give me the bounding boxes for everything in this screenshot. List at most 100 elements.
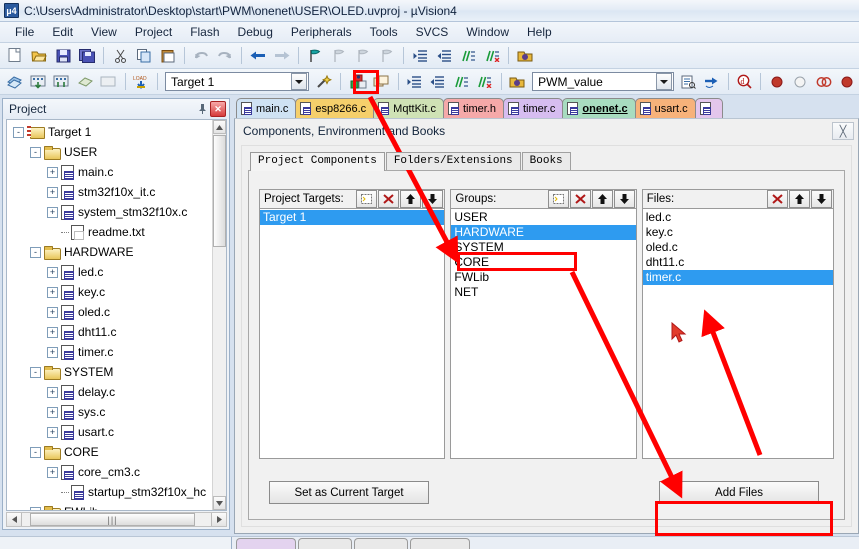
- breakpoint-disable-icon[interactable]: [790, 71, 812, 93]
- chevron-down-icon[interactable]: [291, 73, 308, 90]
- tree-node[interactable]: + core_cm3.c: [7, 462, 212, 482]
- tree-node[interactable]: + system_stm32f10x.c: [7, 202, 212, 222]
- collapse-icon[interactable]: -: [30, 506, 41, 510]
- vscroll-thumb[interactable]: [213, 135, 226, 247]
- target-select[interactable]: Target 1: [164, 72, 310, 91]
- tree-node[interactable]: - CORE: [7, 442, 212, 462]
- uncomment-icon-2[interactable]: [474, 71, 496, 93]
- build-icon[interactable]: [28, 71, 50, 93]
- expand-icon[interactable]: +: [47, 346, 58, 358]
- scroll-up-arrow-icon[interactable]: [213, 120, 226, 134]
- bookmark-toggle-icon[interactable]: [304, 45, 326, 67]
- tree-node[interactable]: + sys.c: [7, 402, 212, 422]
- menu-file[interactable]: File: [6, 23, 43, 41]
- tree-node[interactable]: + stm32f10x_it.c: [7, 182, 212, 202]
- hscroll-track[interactable]: |||: [22, 513, 211, 526]
- tree-node[interactable]: + key.c: [7, 282, 212, 302]
- group-item[interactable]: HARDWARE: [451, 225, 636, 240]
- collapse-icon[interactable]: -: [30, 146, 41, 158]
- tab-project-components[interactable]: Project Components: [250, 152, 385, 171]
- open-folder-icon-2[interactable]: [507, 71, 529, 93]
- file-item[interactable]: timer.c: [642, 270, 833, 285]
- manage-project-components-icon[interactable]: [348, 71, 370, 93]
- new-item-icon[interactable]: [547, 190, 569, 208]
- group-item[interactable]: NET: [451, 285, 635, 300]
- new-file-icon[interactable]: [4, 45, 26, 67]
- tree-node[interactable]: + delay.c: [7, 382, 212, 402]
- breakpoint-kill-icon[interactable]: [837, 71, 859, 93]
- file-item[interactable]: oled.c: [643, 240, 833, 255]
- copy-icon[interactable]: [133, 45, 155, 67]
- collapse-icon[interactable]: -: [30, 366, 41, 378]
- menu-svcs[interactable]: SVCS: [407, 23, 458, 41]
- delete-item-icon[interactable]: [767, 190, 788, 208]
- cut-icon[interactable]: [109, 45, 131, 67]
- file-item[interactable]: key.c: [643, 225, 833, 240]
- editor-tab-timer-c[interactable]: timer.c: [502, 98, 564, 118]
- editor-tab-onenet-c[interactable]: onenet.c: [562, 98, 636, 118]
- collapse-icon[interactable]: -: [30, 446, 41, 458]
- project-tree-hscrollbar[interactable]: |||: [6, 512, 227, 527]
- tree-node[interactable]: + oled.c: [7, 302, 212, 322]
- tree-node[interactable]: startup_stm32f10x_hc: [7, 482, 212, 502]
- menu-window[interactable]: Window: [457, 23, 518, 41]
- comment-icon-2[interactable]: [451, 71, 473, 93]
- tree-node[interactable]: - SYSTEM: [7, 362, 212, 382]
- groups-listbox[interactable]: USER HARDWARE SYSTEM CORE FWLib NET: [450, 209, 637, 459]
- find-in-files-icon[interactable]: [678, 71, 700, 93]
- close-icon[interactable]: ✕: [210, 101, 226, 117]
- expand-icon[interactable]: +: [47, 206, 58, 218]
- tree-node[interactable]: - HARDWARE: [7, 242, 212, 262]
- file-item[interactable]: dht11.c: [643, 255, 833, 270]
- hscroll-thumb[interactable]: |||: [30, 513, 195, 526]
- menu-peripherals[interactable]: Peripherals: [282, 23, 361, 41]
- expand-icon[interactable]: +: [47, 386, 58, 398]
- tree-node[interactable]: + led.c: [7, 262, 212, 282]
- project-tree-vscrollbar[interactable]: [212, 120, 226, 510]
- rebuild-icon[interactable]: [51, 71, 73, 93]
- group-item[interactable]: SYSTEM: [451, 240, 635, 255]
- debug-query-icon[interactable]: d: [734, 71, 756, 93]
- tree-node[interactable]: + usart.c: [7, 422, 212, 442]
- set-as-current-target-button[interactable]: Set as Current Target: [269, 481, 429, 504]
- back-icon[interactable]: [247, 45, 269, 67]
- breakpoint-disable-all-icon[interactable]: [813, 71, 835, 93]
- files-listbox[interactable]: led.c key.c oled.c dht11.c timer.c: [641, 209, 834, 459]
- menu-project[interactable]: Project: [126, 23, 181, 41]
- tree-node[interactable]: - USER: [7, 142, 212, 162]
- indent-icon[interactable]: [409, 45, 431, 67]
- collapse-icon[interactable]: -: [30, 246, 41, 258]
- forward-icon[interactable]: [271, 45, 293, 67]
- move-up-icon[interactable]: [400, 190, 422, 208]
- indent-icon-2[interactable]: [404, 71, 426, 93]
- file-item[interactable]: led.c: [643, 210, 833, 225]
- outdent-icon-2[interactable]: [427, 71, 449, 93]
- bookmark-next-icon[interactable]: [352, 45, 374, 67]
- save-icon[interactable]: [52, 45, 74, 67]
- editor-tab-esp8266-c[interactable]: esp8266.c: [295, 98, 375, 118]
- tree-node[interactable]: readme.txt: [7, 222, 212, 242]
- group-item[interactable]: USER: [451, 210, 635, 225]
- menu-view[interactable]: View: [82, 23, 126, 41]
- undo-icon[interactable]: [190, 45, 212, 67]
- tree-node[interactable]: + timer.c: [7, 342, 212, 362]
- open-file-icon[interactable]: [28, 45, 50, 67]
- expand-icon[interactable]: +: [47, 426, 58, 438]
- move-down-icon[interactable]: [613, 190, 635, 208]
- outdent-icon[interactable]: [433, 45, 455, 67]
- tree-node[interactable]: - FWLib: [7, 502, 212, 510]
- menu-edit[interactable]: Edit: [43, 23, 82, 41]
- group-item[interactable]: FWLib: [451, 270, 635, 285]
- goto-definition-icon[interactable]: [701, 71, 723, 93]
- stop-build-icon[interactable]: [98, 71, 120, 93]
- menu-help[interactable]: Help: [518, 23, 561, 41]
- project-targets-listbox[interactable]: Target 1: [259, 209, 446, 459]
- tree-node[interactable]: - Target 1: [7, 122, 212, 142]
- expand-icon[interactable]: +: [47, 326, 58, 338]
- open-folder-icon[interactable]: [514, 45, 536, 67]
- tab-books[interactable]: Books: [521, 152, 571, 170]
- comment-icon[interactable]: [457, 45, 479, 67]
- move-up-icon[interactable]: [789, 190, 810, 208]
- delete-item-icon[interactable]: [569, 190, 591, 208]
- expand-icon[interactable]: +: [47, 186, 58, 198]
